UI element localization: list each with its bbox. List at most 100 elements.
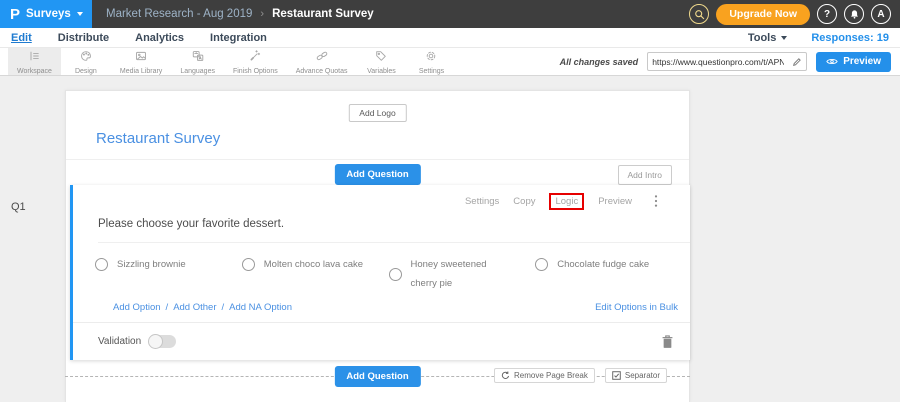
option-links-row: Add Option / Add Other / Add NA Option E… xyxy=(113,302,678,313)
responses-count[interactable]: Responses: 19 xyxy=(811,32,889,44)
editor-canvas: Q1 Add Logo Restaurant Survey Add Questi… xyxy=(0,76,900,402)
tool-label: Media Library xyxy=(120,68,162,75)
answer-option[interactable]: Chocolate fudge cake xyxy=(535,255,682,274)
toolbar-item-finish-options[interactable]: Finish Options xyxy=(224,48,287,75)
validation-toggle[interactable] xyxy=(149,335,176,348)
media-library-icon xyxy=(135,49,147,67)
question-copy-link[interactable]: Copy xyxy=(513,196,535,207)
answer-options: Sizzling brownie Molten choco lava cake … xyxy=(95,255,682,293)
chevron-down-icon xyxy=(781,36,787,40)
radio-icon[interactable] xyxy=(389,268,402,281)
variables-tag-icon xyxy=(375,49,387,67)
survey-url-input[interactable] xyxy=(648,57,788,67)
settings-gear-icon xyxy=(425,49,437,67)
top-bar: P Surveys Market Research - Aug 2019 › R… xyxy=(0,0,900,28)
option-label: Honey sweetened cherry pie xyxy=(411,255,513,293)
toolbar-item-design[interactable]: Design xyxy=(61,48,111,75)
preview-label: Preview xyxy=(843,56,881,67)
toolbar-item-advance-quotas[interactable]: Advance Quotas xyxy=(287,48,357,75)
add-na-option-link[interactable]: Add NA Option xyxy=(229,302,292,313)
toolbar-item-media-library[interactable]: Media Library xyxy=(111,48,171,75)
remove-page-break-button[interactable]: Remove Page Break xyxy=(494,368,595,383)
eye-icon xyxy=(826,57,838,66)
add-other-link[interactable]: Add Other xyxy=(173,302,216,313)
survey-url-field xyxy=(647,52,807,71)
option-label: Sizzling brownie xyxy=(117,255,186,274)
page-break-row: Add Question Remove Page Break Separator xyxy=(65,364,690,390)
account-avatar[interactable]: A xyxy=(871,4,891,24)
survey-title[interactable]: Restaurant Survey xyxy=(96,130,220,147)
finish-options-wand-icon xyxy=(249,49,261,67)
radio-icon[interactable] xyxy=(535,258,548,271)
surveys-menu[interactable]: P Surveys xyxy=(0,0,92,28)
page-break-buttons: Remove Page Break Separator xyxy=(494,368,667,383)
breadcrumb: Market Research - Aug 2019 › Restaurant … xyxy=(106,8,374,20)
design-palette-icon xyxy=(80,49,92,67)
help-icon[interactable]: ? xyxy=(817,4,837,24)
add-logo-button[interactable]: Add Logo xyxy=(348,104,406,122)
add-intro-button[interactable]: Add Intro xyxy=(618,165,673,185)
toolbar-item-languages[interactable]: Languages xyxy=(171,48,224,75)
preview-button[interactable]: Preview xyxy=(816,52,891,72)
languages-icon xyxy=(192,49,204,67)
question-logic-link-highlighted[interactable]: Logic xyxy=(549,193,584,210)
topbar-actions: Upgrade Now ? A xyxy=(689,4,900,25)
editor-toolbar: Workspace Design Media Library Languages… xyxy=(0,48,900,76)
nav-right: Tools Responses: 19 xyxy=(748,32,889,44)
radio-icon[interactable] xyxy=(95,258,108,271)
link-separator: / xyxy=(222,302,225,313)
tool-label: Advance Quotas xyxy=(296,68,348,75)
toolbar-right: All changes saved Preview xyxy=(560,48,900,75)
question-preview-link[interactable]: Preview xyxy=(598,196,632,207)
search-icon[interactable] xyxy=(689,4,709,24)
tab-distribute[interactable]: Distribute xyxy=(58,32,109,44)
save-status: All changes saved xyxy=(560,57,639,67)
separator-label: Separator xyxy=(625,371,660,380)
remove-page-break-label: Remove Page Break xyxy=(514,371,588,380)
tools-label: Tools xyxy=(748,32,777,44)
question-card: Settings Copy Logic Preview Please choos… xyxy=(70,185,690,360)
tools-dropdown[interactable]: Tools xyxy=(748,32,788,44)
edit-url-pencil-icon[interactable] xyxy=(788,53,806,70)
toggle-knob xyxy=(148,334,163,349)
validation-label: Validation xyxy=(98,336,141,347)
tab-edit[interactable]: Edit xyxy=(11,32,32,44)
separator-button[interactable]: Separator xyxy=(605,368,667,383)
refresh-icon xyxy=(501,371,510,380)
toolbar-item-variables[interactable]: Variables xyxy=(356,48,406,75)
question-actions: Settings Copy Logic Preview xyxy=(465,196,632,207)
answer-option[interactable]: Sizzling brownie xyxy=(95,255,242,274)
tool-label: Finish Options xyxy=(233,68,278,75)
toolbar-item-settings[interactable]: Settings xyxy=(406,48,456,75)
add-question-button-bottom[interactable]: Add Question xyxy=(334,366,420,387)
questionpro-survey-editor: P Surveys Market Research - Aug 2019 › R… xyxy=(0,0,900,76)
tool-label: Languages xyxy=(180,68,215,75)
questionpro-logo: P xyxy=(10,7,20,22)
breadcrumb-folder[interactable]: Market Research - Aug 2019 xyxy=(106,8,252,20)
upgrade-now-button[interactable]: Upgrade Now xyxy=(716,4,810,25)
product-name: Surveys xyxy=(26,8,71,20)
radio-icon[interactable] xyxy=(242,258,255,271)
tool-label: Design xyxy=(75,68,97,75)
question-settings-link[interactable]: Settings xyxy=(465,196,499,207)
divider xyxy=(98,242,690,243)
edit-options-in-bulk-link[interactable]: Edit Options in Bulk xyxy=(595,302,678,313)
kebab-menu-icon[interactable] xyxy=(654,194,658,213)
link-separator: / xyxy=(166,302,169,313)
toolbar-item-workspace[interactable]: Workspace xyxy=(8,48,61,75)
add-option-link[interactable]: Add Option xyxy=(113,302,161,313)
answer-option[interactable]: Molten choco lava cake xyxy=(242,255,389,274)
question-number: Q1 xyxy=(11,201,26,213)
breadcrumb-separator: › xyxy=(260,8,264,20)
tab-analytics[interactable]: Analytics xyxy=(135,32,184,44)
add-question-button-top[interactable]: Add Question xyxy=(334,164,420,185)
divider xyxy=(66,159,689,160)
question-text[interactable]: Please choose your favorite dessert. xyxy=(98,218,284,230)
delete-question-trash-icon[interactable] xyxy=(661,334,674,349)
tool-label: Variables xyxy=(367,68,396,75)
tool-label: Workspace xyxy=(17,68,52,75)
tab-integration[interactable]: Integration xyxy=(210,32,267,44)
workspace-icon xyxy=(28,49,40,67)
answer-option[interactable]: Honey sweetened cherry pie xyxy=(389,255,536,293)
notifications-bell-icon[interactable] xyxy=(844,4,864,24)
